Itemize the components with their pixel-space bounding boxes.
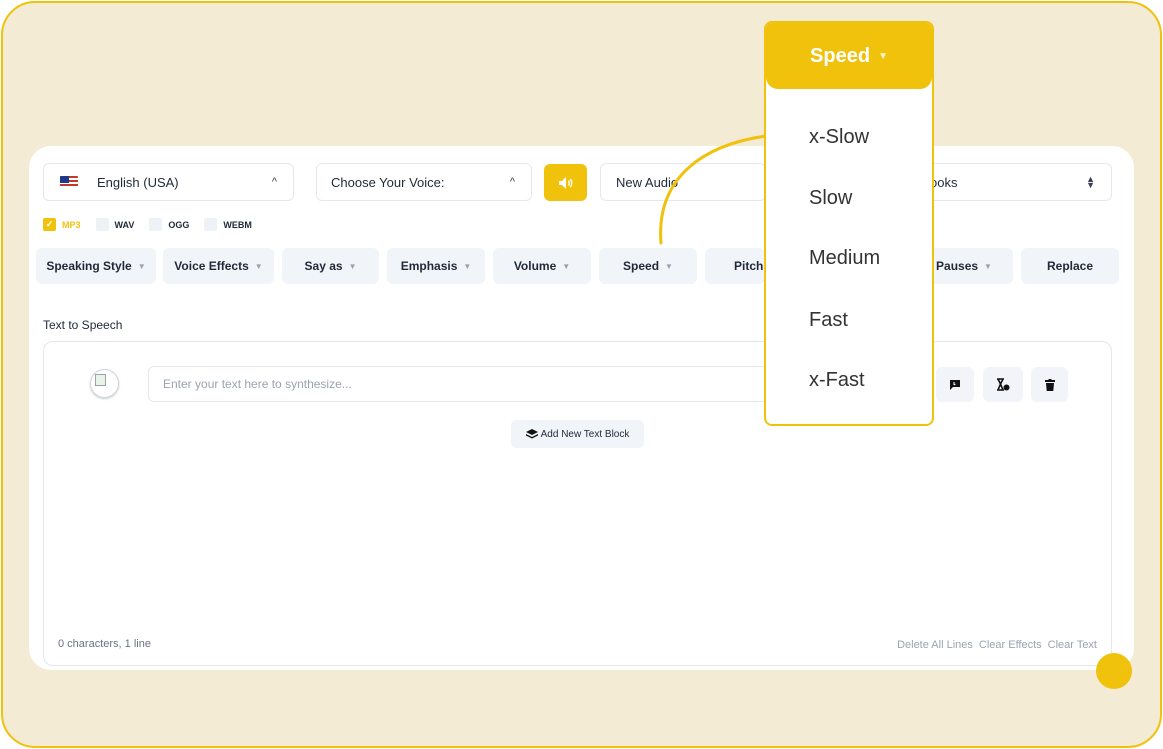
speed-option-fast[interactable]: Fast: [809, 309, 848, 332]
replace-button[interactable]: Replace: [1021, 248, 1119, 284]
comment-button[interactable]: [936, 367, 974, 402]
pitch-button[interactable]: Pitch: [705, 248, 765, 284]
chevron-up-icon: ^: [271, 176, 277, 188]
delete-all-lines-link[interactable]: Delete All Lines: [897, 639, 973, 651]
speed-option-medium[interactable]: Medium: [809, 247, 880, 270]
preview-voice-button[interactable]: [544, 164, 587, 201]
speaking-style-button[interactable]: Speaking Style ▼: [36, 248, 156, 284]
checkbox: [95, 218, 109, 231]
volume-button[interactable]: Volume ▼: [493, 248, 591, 284]
chevron-down-icon: ▼: [348, 261, 357, 271]
chevron-down-icon: ▼: [463, 261, 472, 271]
text-input[interactable]: Enter your text here to synthesize...: [148, 366, 768, 402]
section-title: Text to Speech: [43, 318, 123, 332]
voice-effects-button[interactable]: Voice Effects ▼: [163, 248, 274, 284]
chevron-down-icon: ▼: [878, 50, 888, 62]
voice-avatar[interactable]: [90, 369, 119, 398]
category-select[interactable]: ooks ▲ ▼: [930, 163, 1112, 201]
hourglass-icon: [997, 378, 1010, 391]
clear-effects-link[interactable]: Clear Effects: [979, 639, 1042, 651]
voice-label: Choose Your Voice:: [331, 174, 445, 190]
speed-option-x-slow[interactable]: x-Slow: [809, 126, 869, 149]
speed-option-slow[interactable]: Slow: [809, 187, 852, 210]
message-icon: [950, 379, 960, 390]
speaker-icon: [558, 176, 572, 189]
check-icon: ✓: [43, 218, 56, 231]
language-label: English (USA): [97, 174, 179, 190]
chevron-down-icon: ▼: [665, 261, 673, 271]
floating-action-button[interactable]: [1096, 653, 1132, 689]
add-text-block-button[interactable]: Add New Text Block: [511, 420, 644, 448]
speed-button[interactable]: Speed ▼: [599, 248, 697, 284]
timer-button[interactable]: [983, 367, 1023, 402]
language-select[interactable]: English (USA) ^: [43, 163, 294, 201]
chevron-up-icon: ^: [509, 176, 515, 188]
category-label: ooks: [930, 174, 958, 190]
chevron-down-icon: ▼: [137, 261, 146, 271]
chevron-down-icon: ▼: [254, 261, 263, 271]
format-options: ✓ MP3 WAV OGG WEBM: [43, 218, 267, 231]
us-flag-icon: [60, 176, 78, 188]
delete-block-button[interactable]: [1031, 367, 1068, 402]
character-count: 0 characters, 1 line: [58, 638, 151, 650]
format-webm[interactable]: WEBM: [204, 218, 252, 231]
trash-icon: [1044, 378, 1055, 391]
emphasis-button[interactable]: Emphasis ▼: [387, 248, 485, 284]
checkbox: [204, 218, 218, 231]
chevron-down-icon: ▼: [984, 261, 992, 271]
speed-menu-header[interactable]: Speed ▼: [766, 23, 932, 89]
speed-option-x-fast[interactable]: x-Fast: [809, 369, 865, 392]
editor-actions: Delete All Lines Clear Effects Clear Tex…: [897, 639, 1097, 651]
speed-dropdown-menu: Speed ▼ x-Slow Slow Medium Fast x-Fast: [764, 21, 934, 426]
updown-caret-icon: ▲ ▼: [1086, 174, 1095, 190]
layers-icon: [525, 429, 538, 439]
checkbox: [149, 218, 163, 231]
format-wav[interactable]: WAV: [95, 218, 134, 231]
clear-text-link[interactable]: Clear Text: [1048, 639, 1097, 651]
say-as-button[interactable]: Say as ▼: [282, 248, 379, 284]
format-mp3[interactable]: ✓ MP3: [43, 218, 81, 231]
voice-select[interactable]: Choose Your Voice: ^: [316, 163, 532, 201]
chevron-down-icon: ▼: [562, 261, 571, 271]
format-ogg[interactable]: OGG: [149, 218, 189, 231]
